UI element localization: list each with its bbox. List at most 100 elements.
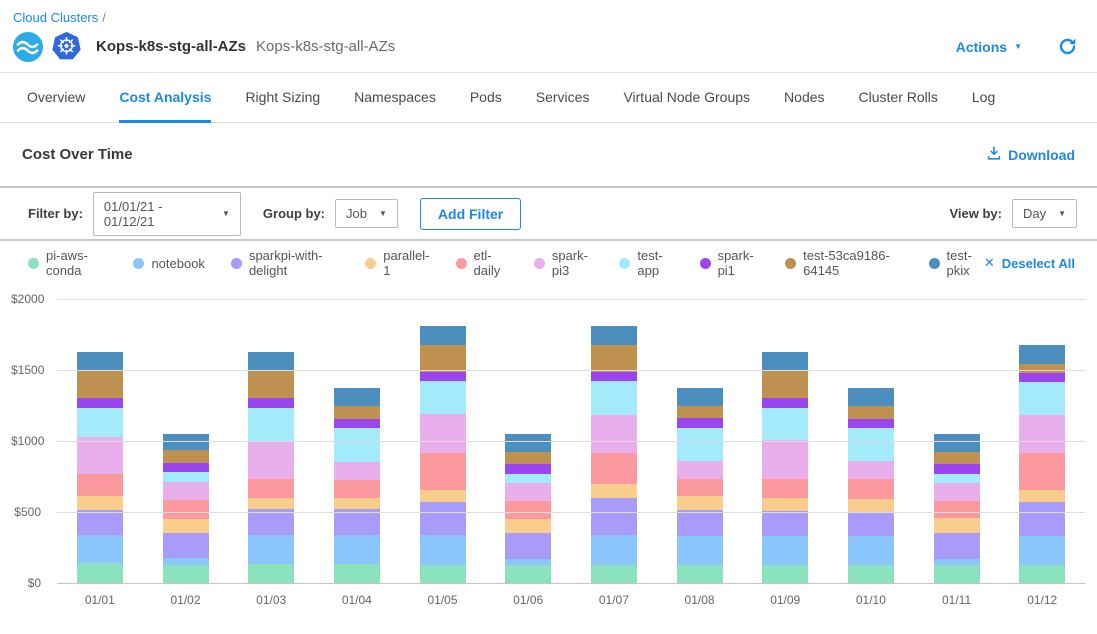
bar-segment-parallel-1[interactable] (677, 496, 723, 509)
bar-segment-etl-daily[interactable] (420, 453, 466, 490)
tab-cost-analysis[interactable]: Cost Analysis (119, 73, 211, 123)
bar-segment-notebook[interactable] (420, 535, 466, 564)
legend-item-etl-daily[interactable]: etl-daily (456, 248, 508, 278)
bar-segment-test-pkix[interactable] (934, 434, 980, 452)
bar-segment-test-53ca9186-64145[interactable] (163, 450, 209, 463)
legend-item-sparkpi-with-delight[interactable]: sparkpi-with-delight (231, 248, 339, 278)
bar-segment-spark-pi3[interactable] (77, 437, 123, 474)
bar-segment-spark-pi1[interactable] (677, 418, 723, 428)
bar-segment-parallel-1[interactable] (591, 484, 637, 498)
bar-segment-sparkpi-with-delight[interactable] (1019, 502, 1065, 536)
legend-item-test-53ca9186-64145[interactable]: test-53ca9186-64145 (785, 248, 902, 278)
bar-segment-test-53ca9186-64145[interactable] (848, 406, 894, 419)
bar-segment-notebook[interactable] (848, 536, 894, 565)
tab-virtual-node-groups[interactable]: Virtual Node Groups (623, 73, 750, 123)
tab-overview[interactable]: Overview (27, 73, 85, 123)
bar-segment-spark-pi3[interactable] (762, 440, 808, 478)
bar-segment-etl-daily[interactable] (934, 501, 980, 519)
bar-segment-sparkpi-with-delight[interactable] (934, 533, 980, 559)
bar-segment-spark-pi1[interactable] (505, 464, 551, 474)
legend-item-parallel-1[interactable]: parallel-1 (365, 248, 429, 278)
bar-segment-spark-pi1[interactable] (591, 372, 637, 381)
bar-segment-spark-pi1[interactable] (334, 419, 380, 428)
bar-segment-test-53ca9186-64145[interactable] (505, 452, 551, 464)
bar-segment-test-pkix[interactable] (77, 352, 123, 370)
bar-segment-notebook[interactable] (77, 535, 123, 563)
bar-segment-pi-aws-conda[interactable] (848, 565, 894, 583)
bar-segment-sparkpi-with-delight[interactable] (591, 498, 637, 536)
bar-segment-test-pkix[interactable] (334, 388, 380, 406)
bar-segment-test-pkix[interactable] (677, 388, 723, 406)
bar-segment-pi-aws-conda[interactable] (1019, 565, 1065, 583)
download-button[interactable]: Download (986, 145, 1075, 164)
breadcrumb-link-cloud-clusters[interactable]: Cloud Clusters (13, 10, 98, 25)
date-range-select[interactable]: 01/01/21 - 01/12/21 ▼ (93, 192, 241, 236)
bar-segment-test-53ca9186-64145[interactable] (248, 370, 294, 398)
bar-segment-notebook[interactable] (591, 535, 637, 564)
bar-segment-test-53ca9186-64145[interactable] (334, 406, 380, 419)
bar-segment-test-pkix[interactable] (762, 352, 808, 370)
actions-button[interactable]: Actions ▼ (956, 39, 1022, 55)
bar-segment-etl-daily[interactable] (505, 501, 551, 519)
bar-segment-notebook[interactable] (334, 535, 380, 563)
tab-pods[interactable]: Pods (470, 73, 502, 123)
bar-segment-pi-aws-conda[interactable] (591, 565, 637, 583)
bar-segment-spark-pi1[interactable] (934, 464, 980, 473)
add-filter-button[interactable]: Add Filter (420, 198, 521, 230)
bar-segment-test-app[interactable] (420, 381, 466, 414)
bar-segment-spark-pi3[interactable] (1019, 415, 1065, 453)
bar-segment-test-app[interactable] (677, 428, 723, 461)
bar-segment-test-app[interactable] (591, 381, 637, 414)
tab-services[interactable]: Services (536, 73, 590, 123)
tab-cluster-rolls[interactable]: Cluster Rolls (859, 73, 938, 123)
bar-segment-pi-aws-conda[interactable] (163, 565, 209, 583)
bar-segment-spark-pi1[interactable] (848, 419, 894, 428)
bar-segment-parallel-1[interactable] (1019, 490, 1065, 502)
bar-segment-parallel-1[interactable] (934, 518, 980, 533)
bar-segment-pi-aws-conda[interactable] (248, 564, 294, 583)
legend-item-spark-pi3[interactable]: spark-pi3 (534, 248, 594, 278)
bar-segment-spark-pi3[interactable] (248, 442, 294, 480)
bar-segment-spark-pi1[interactable] (762, 398, 808, 409)
bar-segment-sparkpi-with-delight[interactable] (163, 533, 209, 558)
bar-segment-parallel-1[interactable] (848, 499, 894, 512)
bar-segment-sparkpi-with-delight[interactable] (505, 533, 551, 559)
bar-segment-pi-aws-conda[interactable] (420, 565, 466, 583)
bar-segment-pi-aws-conda[interactable] (77, 563, 123, 583)
bar-segment-test-53ca9186-64145[interactable] (677, 406, 723, 417)
bar-segment-spark-pi3[interactable] (591, 415, 637, 453)
bar-segment-sparkpi-with-delight[interactable] (762, 511, 808, 537)
bar-segment-parallel-1[interactable] (762, 498, 808, 511)
bar-segment-test-app[interactable] (334, 428, 380, 462)
bar-segment-etl-daily[interactable] (848, 479, 894, 498)
bar-segment-spark-pi1[interactable] (163, 463, 209, 472)
bar-segment-test-53ca9186-64145[interactable] (77, 370, 123, 398)
bar-segment-sparkpi-with-delight[interactable] (334, 509, 380, 535)
bar-segment-test-app[interactable] (505, 474, 551, 483)
bar-segment-etl-daily[interactable] (163, 500, 209, 519)
bar-segment-test-53ca9186-64145[interactable] (420, 345, 466, 373)
bar-segment-test-pkix[interactable] (848, 388, 894, 406)
bar-segment-sparkpi-with-delight[interactable] (677, 510, 723, 536)
bar-segment-notebook[interactable] (762, 536, 808, 565)
bar-segment-etl-daily[interactable] (77, 474, 123, 497)
view-by-select[interactable]: Day ▼ (1012, 199, 1077, 228)
bar-segment-notebook[interactable] (1019, 536, 1065, 565)
bar-segment-parallel-1[interactable] (505, 519, 551, 533)
bar-segment-spark-pi3[interactable] (934, 483, 980, 501)
bar-segment-pi-aws-conda[interactable] (505, 565, 551, 583)
bar-segment-test-app[interactable] (762, 408, 808, 440)
bar-segment-spark-pi3[interactable] (163, 482, 209, 500)
bar-segment-etl-daily[interactable] (248, 479, 294, 497)
bar-segment-etl-daily[interactable] (1019, 453, 1065, 490)
bar-segment-test-pkix[interactable] (248, 352, 294, 370)
bar-segment-spark-pi3[interactable] (505, 483, 551, 501)
bar-segment-test-pkix[interactable] (505, 434, 551, 452)
legend-item-pi-aws-conda[interactable]: pi-aws-conda (28, 248, 107, 278)
bar-segment-parallel-1[interactable] (163, 519, 209, 533)
bar-segment-parallel-1[interactable] (420, 490, 466, 502)
legend-item-test-app[interactable]: test-app (619, 248, 673, 278)
bar-segment-test-53ca9186-64145[interactable] (1019, 364, 1065, 373)
bar-segment-etl-daily[interactable] (677, 479, 723, 496)
tab-right-sizing[interactable]: Right Sizing (245, 73, 320, 123)
